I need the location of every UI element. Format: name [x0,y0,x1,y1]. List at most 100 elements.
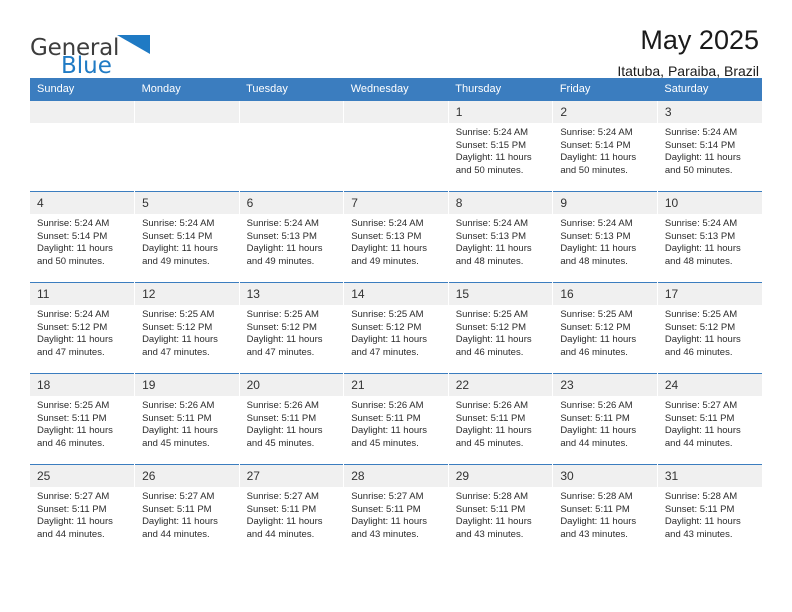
day-number: 6 [239,192,344,214]
daylight-text-line2: and 45 minutes. [455,437,524,449]
sunrise-text: Sunrise: 5:26 AM [142,400,215,411]
day-details: Sunrise: 5:24 AM Sunset: 5:15 PM Daylight:… [449,123,553,177]
calendar-day-cell[interactable]: 13 Sunrise: 5:25 AM Sunset: 5:12 PM Dayligh… [238,282,344,374]
page-header: General Blue May 2025 Itatuba, Paraiba, … [30,0,762,80]
daylight-text-line2: and 47 minutes. [351,346,419,358]
day-details: Sunrise: 5:25 AM Sunset: 5:11 PM Daylight:… [30,396,134,450]
day-number: 12 [135,283,239,305]
location-subtitle: Itatuba, Paraiba, Brazil [617,63,759,80]
calendar-day-cell[interactable]: 1 Sunrise: 5:24 AM Sunset: 5:15 PM Daylight… [447,101,553,192]
calendar-day-cell[interactable]: 22 Sunrise: 5:26 AM Sunset: 5:11 PM Dayligh… [447,373,553,465]
calendar-week-row: 1 Sunrise: 5:24 AM Sunset: 5:15 PM Daylight… [30,101,762,192]
calendar-day-cell[interactable]: 10 Sunrise: 5:24 AM Sunset: 5:13 PM Dayligh… [656,191,762,283]
day-number: 29 [448,465,553,487]
weekday-header-sunday: Sunday [30,78,135,101]
daylight-text-line1: Daylight: 11 hours [664,516,741,528]
sunset-text: Sunset: 5:14 PM [560,139,631,151]
generalblue-logo[interactable]: General Blue [30,26,151,78]
sunset-text: Sunset: 5:14 PM [664,139,736,151]
sunset-text: Sunset: 5:11 PM [351,503,421,515]
sunrise-text: Sunrise: 5:26 AM [246,400,319,411]
day-details: Sunrise: 5:24 AM Sunset: 5:13 PM Daylight:… [553,214,657,268]
calendar-day-cell[interactable]: 27 Sunrise: 5:27 AM Sunset: 5:11 PM Dayligh… [238,464,344,555]
calendar-day-cell[interactable]: 3 Sunrise: 5:24 AM Sunset: 5:14 PM Daylight… [656,101,762,192]
day-details: Sunrise: 5:25 AM Sunset: 5:12 PM Daylight:… [135,305,239,359]
daylight-text-line1: Daylight: 11 hours [455,425,532,437]
day-details: Sunrise: 5:27 AM Sunset: 5:11 PM Daylight:… [135,487,239,541]
daylight-text-line2: and 48 minutes. [455,255,524,267]
calendar-day-cell-empty [238,101,344,192]
sunset-text: Sunset: 5:14 PM [37,230,108,242]
day-number: 7 [344,192,448,214]
day-details: Sunrise: 5:24 AM Sunset: 5:14 PM Daylight:… [30,214,134,268]
calendar-day-cell[interactable]: 23 Sunrise: 5:26 AM Sunset: 5:11 PM Dayligh… [552,373,658,465]
calendar-day-cell[interactable]: 31 Sunrise: 5:28 AM Sunset: 5:11 PM Dayligh… [656,464,762,555]
sunrise-text: Sunrise: 5:25 AM [37,400,110,411]
calendar-day-cell[interactable]: 12 Sunrise: 5:25 AM Sunset: 5:12 PM Dayligh… [134,282,240,374]
calendar-day-cell[interactable]: 30 Sunrise: 5:28 AM Sunset: 5:11 PM Dayligh… [552,464,658,555]
calendar-day-cell[interactable]: 20 Sunrise: 5:26 AM Sunset: 5:11 PM Dayligh… [238,373,344,465]
daylight-text-line2: and 46 minutes. [664,346,733,358]
calendar-day-cell[interactable]: 7 Sunrise: 5:24 AM Sunset: 5:13 PM Daylight… [343,191,449,283]
sunrise-text: Sunrise: 5:27 AM [246,491,319,502]
calendar-day-cell[interactable]: 16 Sunrise: 5:25 AM Sunset: 5:12 PM Dayligh… [552,282,658,374]
sunset-text: Sunset: 5:15 PM [455,139,526,151]
daylight-text-line2: and 43 minutes. [455,528,524,540]
triangle-flag-icon [117,34,151,60]
weekday-header-monday: Monday [134,78,240,101]
sunrise-text: Sunrise: 5:24 AM [37,309,110,320]
day-number: 22 [448,374,553,396]
calendar-day-cell[interactable]: 29 Sunrise: 5:28 AM Sunset: 5:11 PM Dayligh… [447,464,553,555]
calendar-day-cell[interactable]: 4 Sunrise: 5:24 AM Sunset: 5:14 PM Daylight… [30,191,135,283]
daylight-text-line1: Daylight: 11 hours [455,152,532,164]
calendar-day-cell[interactable]: 14 Sunrise: 5:25 AM Sunset: 5:12 PM Dayligh… [343,282,449,374]
sunrise-text: Sunrise: 5:25 AM [560,309,633,320]
daylight-text-line2: and 48 minutes. [664,255,733,267]
day-details: Sunrise: 5:27 AM Sunset: 5:11 PM Daylight:… [344,487,448,541]
day-details: Sunrise: 5:24 AM Sunset: 5:14 PM Daylight:… [135,214,239,268]
sunset-text: Sunset: 5:11 PM [664,503,735,515]
day-number: 28 [344,465,448,487]
day-details: Sunrise: 5:25 AM Sunset: 5:12 PM Daylight:… [240,305,344,359]
calendar-day-cell[interactable]: 19 Sunrise: 5:26 AM Sunset: 5:11 PM Dayligh… [134,373,240,465]
day-number [135,101,239,123]
day-number: 14 [344,283,448,305]
day-number: 19 [135,374,239,396]
calendar-day-cell[interactable]: 9 Sunrise: 5:24 AM Sunset: 5:13 PM Daylight… [552,191,658,283]
day-number: 23 [553,374,657,396]
daylight-text-line1: Daylight: 11 hours [455,243,532,255]
day-details: Sunrise: 5:24 AM Sunset: 5:14 PM Daylight:… [658,123,762,177]
daylight-text-line2: and 43 minutes. [351,528,419,540]
calendar-day-cell[interactable]: 25 Sunrise: 5:27 AM Sunset: 5:11 PM Dayligh… [30,464,135,555]
calendar-day-cell[interactable]: 24 Sunrise: 5:27 AM Sunset: 5:11 PM Dayligh… [656,373,762,465]
daylight-text-line2: and 49 minutes. [142,255,210,267]
weekday-header-tuesday: Tuesday [239,78,344,101]
calendar-day-cell[interactable]: 2 Sunrise: 5:24 AM Sunset: 5:14 PM Daylight… [552,101,658,192]
day-number: 1 [448,101,553,123]
daylight-text-line1: Daylight: 11 hours [246,425,323,437]
day-details: Sunrise: 5:26 AM Sunset: 5:11 PM Daylight:… [449,396,553,450]
day-number: 3 [657,101,762,123]
daylight-text-line1: Daylight: 11 hours [560,334,637,346]
daylight-text-line1: Daylight: 11 hours [142,425,218,437]
day-details: Sunrise: 5:28 AM Sunset: 5:11 PM Daylight:… [658,487,762,541]
day-details: Sunrise: 5:24 AM Sunset: 5:12 PM Daylight:… [30,305,134,359]
calendar-day-cell[interactable]: 15 Sunrise: 5:25 AM Sunset: 5:12 PM Dayligh… [447,282,553,374]
daylight-text-line1: Daylight: 11 hours [664,425,741,437]
day-number: 9 [553,192,657,214]
day-number: 11 [30,283,135,305]
calendar-day-cell[interactable]: 28 Sunrise: 5:27 AM Sunset: 5:11 PM Dayligh… [343,464,449,555]
calendar-day-cell[interactable]: 18 Sunrise: 5:25 AM Sunset: 5:11 PM Dayligh… [30,373,135,465]
day-details: Sunrise: 5:25 AM Sunset: 5:12 PM Daylight:… [658,305,762,359]
calendar-day-cell[interactable]: 6 Sunrise: 5:24 AM Sunset: 5:13 PM Daylight… [238,191,344,283]
day-number: 15 [448,283,553,305]
daylight-text-line1: Daylight: 11 hours [351,425,428,437]
calendar-day-cell[interactable]: 5 Sunrise: 5:24 AM Sunset: 5:14 PM Daylight… [134,191,240,283]
calendar-day-cell[interactable]: 21 Sunrise: 5:26 AM Sunset: 5:11 PM Dayligh… [343,373,449,465]
daylight-text-line1: Daylight: 11 hours [142,516,218,528]
calendar-day-cell[interactable]: 26 Sunrise: 5:27 AM Sunset: 5:11 PM Dayligh… [134,464,240,555]
sunset-text: Sunset: 5:13 PM [246,230,317,242]
calendar-day-cell[interactable]: 11 Sunrise: 5:24 AM Sunset: 5:12 PM Dayligh… [30,282,135,374]
calendar-day-cell[interactable]: 17 Sunrise: 5:25 AM Sunset: 5:12 PM Dayligh… [656,282,762,374]
calendar-day-cell[interactable]: 8 Sunrise: 5:24 AM Sunset: 5:13 PM Daylight… [447,191,553,283]
